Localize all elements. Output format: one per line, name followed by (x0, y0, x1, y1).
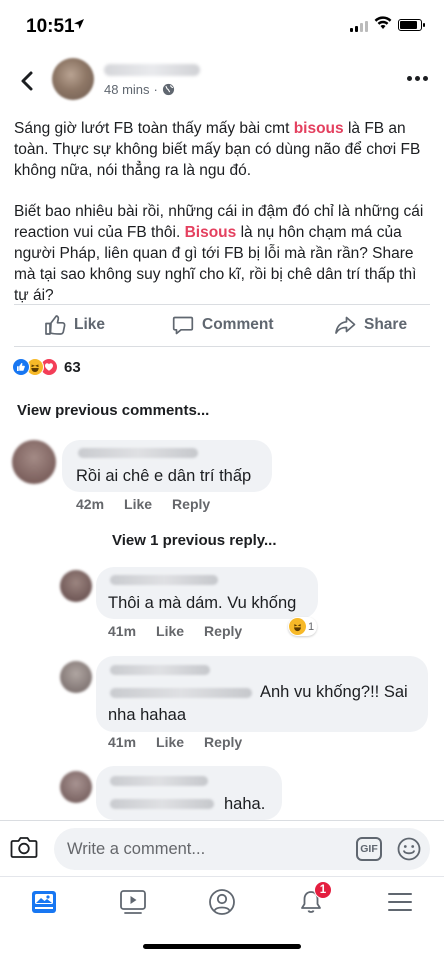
battery-icon (398, 19, 425, 31)
commenter-avatar[interactable] (12, 440, 56, 484)
divider (14, 304, 430, 305)
globe-icon (162, 83, 174, 96)
reply-avatar[interactable] (60, 771, 92, 803)
gif-button[interactable]: GIF (356, 837, 382, 861)
author-avatar[interactable] (52, 58, 94, 100)
post-paragraph-1: Sáng giờ lướt FB toàn thấy mấy bài cmt b… (14, 118, 432, 181)
tab-menu[interactable] (385, 887, 415, 917)
location-arrow-icon (73, 17, 85, 33)
post-header: 48 mins · (0, 52, 444, 116)
divider (14, 346, 430, 347)
comment-text: Rồi ai chê e dân trí thấp (76, 467, 252, 485)
reply-time: 41m (108, 734, 137, 750)
post-time: 48 mins (104, 82, 150, 97)
commenter-name[interactable] (78, 448, 198, 458)
reply-avatar[interactable] (60, 570, 92, 602)
comment-icon (172, 316, 194, 335)
status-bar: 10:51 (0, 0, 444, 50)
reply-meta: 41m Like Reply (108, 734, 242, 750)
reply-author-name[interactable] (110, 575, 218, 585)
notification-badge: 1 (314, 881, 332, 899)
like-reaction-icon (12, 358, 30, 376)
reaction-count: 63 (64, 358, 81, 376)
reply-text: Anh vu khống?!! Sai (260, 683, 408, 701)
reply-author-name[interactable] (110, 776, 208, 786)
highlighted-word: Bisous (184, 224, 237, 241)
comment-composer: GIF (0, 820, 444, 876)
comment-label: Comment (202, 316, 274, 333)
meta-separator: · (153, 82, 158, 97)
share-label: Share (364, 316, 408, 333)
reply-text: haha. (224, 795, 266, 813)
mentioned-name[interactable] (110, 688, 252, 698)
cellular-signal-icon (350, 21, 368, 32)
reply-like-button[interactable]: Like (156, 623, 184, 639)
reply-text: Thôi a mà dám. Vu khống (108, 594, 297, 612)
bottom-tab-bar: 1 (0, 876, 444, 926)
watch-icon (120, 890, 146, 914)
reply-avatar[interactable] (60, 661, 92, 693)
back-button[interactable] (14, 66, 42, 96)
haha-reaction-icon (289, 618, 306, 635)
highlighted-word: bisous (293, 120, 344, 137)
comment-time: 42m (76, 496, 105, 512)
status-time: 10:51 (26, 16, 75, 37)
reply-reaction[interactable]: 1 (288, 617, 318, 636)
reply-author-name[interactable] (110, 665, 210, 675)
post-meta: 48 mins · (104, 82, 175, 97)
like-button[interactable]: Like (44, 314, 105, 336)
reply-reply-button[interactable]: Reply (204, 734, 242, 750)
share-icon (335, 316, 356, 334)
reply-meta: 41m Like Reply (108, 623, 242, 639)
emoji-button[interactable] (396, 836, 422, 867)
profile-icon (209, 889, 235, 915)
reply-reaction-count: 1 (308, 620, 315, 633)
post-actions: Like Comment Share (0, 306, 444, 346)
view-previous-comments[interactable]: View previous comments... (17, 402, 209, 419)
like-label: Like (74, 316, 106, 333)
post-text: Sáng giờ lướt FB toàn thấy mấy bài cmt b… (14, 118, 432, 326)
reply-text-line-2: nha hahaa (108, 706, 186, 724)
wifi-icon (374, 16, 392, 35)
smiley-icon (397, 837, 421, 861)
mentioned-name[interactable] (110, 799, 214, 809)
reply-time: 41m (108, 623, 137, 639)
reactions-summary[interactable]: 63 (12, 358, 81, 376)
camera-button[interactable] (10, 834, 38, 865)
comment-reply-button[interactable]: Reply (172, 496, 210, 512)
more-options-button[interactable] (407, 76, 428, 81)
news-feed-icon (32, 891, 56, 913)
comment-button[interactable]: Comment (172, 314, 273, 336)
share-button[interactable]: Share (334, 314, 407, 336)
view-previous-reply[interactable]: View 1 previous reply... (112, 532, 277, 549)
tab-profile[interactable] (207, 887, 237, 917)
post-text-segment: Sáng giờ lướt FB toàn thấy mấy bài cmt (14, 120, 294, 137)
camera-icon (10, 837, 38, 858)
home-indicator[interactable] (143, 944, 301, 949)
comment-meta: 42m Like Reply (76, 496, 210, 512)
author-name[interactable] (104, 64, 200, 76)
post-paragraph-2: Biết bao nhiêu bài rồi, những cái in đậm… (14, 201, 432, 306)
tab-news-feed[interactable] (29, 887, 59, 917)
tab-watch[interactable] (118, 887, 148, 917)
battery-level (400, 21, 418, 29)
menu-icon (388, 893, 412, 911)
chevron-left-icon (21, 71, 33, 91)
reply-reply-button[interactable]: Reply (204, 623, 242, 639)
comment-like-button[interactable]: Like (124, 496, 152, 512)
thumbs-up-icon (45, 315, 66, 335)
reply-like-button[interactable]: Like (156, 734, 184, 750)
